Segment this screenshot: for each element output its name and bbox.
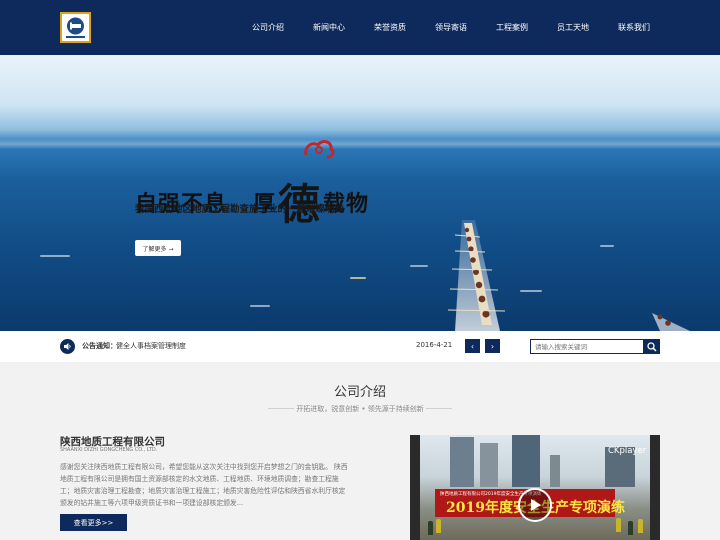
video-building (512, 435, 540, 487)
play-button[interactable] (518, 488, 552, 522)
video-building (450, 437, 474, 487)
section-title: 公司介绍 (333, 385, 386, 400)
main-nav: 公司介绍 新闻中心 荣誉资质 领导寄语 工程案例 员工天地 联系我们 (223, 0, 650, 55)
notice-date: 2016-4-21 (416, 341, 453, 349)
view-more-button[interactable]: 查看更多>> (60, 514, 127, 531)
banner-subtitle: 我国西北地区地质工程勘查施工业的一颗璀璨明珠 (135, 204, 345, 215)
player-logo: CKplayer (608, 446, 647, 456)
nav-item-cases[interactable]: 工程案例 (496, 22, 528, 33)
notice-prev-button[interactable]: ‹ (465, 339, 480, 353)
learn-more-button[interactable]: 了解更多 → (135, 240, 181, 256)
company-logo[interactable] (60, 12, 91, 43)
section-subtitle: 开拓进取，锐意创新 • 领先源于持续创新 (296, 405, 424, 413)
company-description: 感谢您关注陕西地质工程有限公司，希望您能从这次关注中找到您开启梦想之门的金钥匙。… (60, 463, 348, 507)
auspicious-cloud-icon (304, 140, 335, 159)
search-input[interactable] (530, 339, 644, 354)
notice-next-button[interactable]: › (485, 339, 500, 353)
nav-item-leader-message[interactable]: 领导寄语 (435, 22, 467, 33)
site-header: 公司介绍 新闻中心 荣誉资质 领导寄语 工程案例 员工天地 联系我们 (0, 0, 720, 55)
video-person (628, 521, 633, 535)
nav-item-about[interactable]: 公司介绍 (252, 22, 284, 33)
nav-item-contact[interactable]: 联系我们 (618, 22, 650, 33)
hero-banner: 自强不息 厚德载物 我国西北地区地质工程勘查施工业的一颗璀璨明珠 了解更多 → (0, 55, 720, 331)
search-icon (647, 341, 657, 352)
speaker-icon (60, 339, 75, 354)
video-person (616, 518, 621, 532)
company-english-name: SHAANXI DIZHI GONGCHENG CO., LTD. (60, 447, 158, 453)
video-player[interactable]: 陕西地质工程有限公司2019年度安全生产专项演练 2019年度安全生产专项演练 … (410, 435, 660, 540)
video-person (436, 519, 441, 533)
video-person (428, 521, 433, 535)
nav-item-honors[interactable]: 荣誉资质 (374, 22, 406, 33)
notice-label: 公告通知： (82, 342, 117, 350)
notice-bar: 公告通知： 健全人事档案管理制度 2016-4-21 ‹ › (0, 331, 720, 362)
divider (426, 408, 452, 409)
logo-emblem-icon (66, 17, 85, 38)
nav-item-news[interactable]: 新闻中心 (313, 22, 345, 33)
video-building (550, 455, 560, 487)
nav-item-staff[interactable]: 员工天地 (557, 22, 589, 33)
video-person (638, 519, 643, 533)
video-building (480, 443, 498, 487)
play-icon (531, 499, 541, 511)
search-button[interactable] (644, 339, 660, 354)
notice-link[interactable]: 健全人事档案管理制度 (116, 341, 186, 351)
page: 公司介绍 新闻中心 荣誉资质 领导寄语 工程案例 员工天地 联系我们 自强不息 … (0, 0, 720, 540)
